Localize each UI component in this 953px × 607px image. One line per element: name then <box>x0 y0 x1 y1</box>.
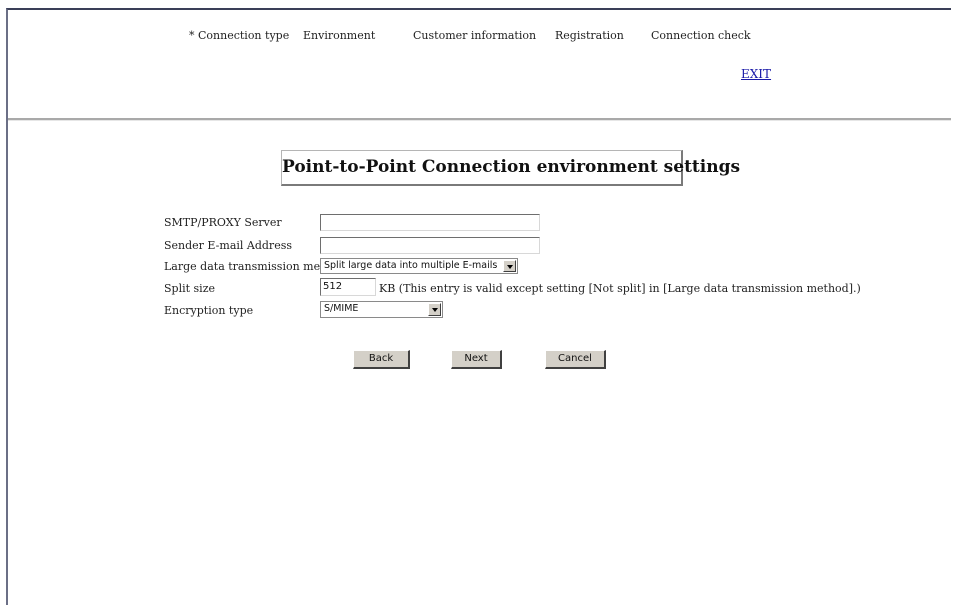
encryption-type-label: Encryption type <box>164 304 254 317</box>
header-divider <box>8 118 951 121</box>
encryption-type-select[interactable]: S/MIME <box>320 301 443 318</box>
exit-link[interactable]: EXIT <box>741 67 771 81</box>
smtp-server-input[interactable] <box>320 214 540 231</box>
nav-step-environment: Environment <box>303 29 376 42</box>
large-data-method-value: Split large data into multiple E-mails <box>324 260 498 271</box>
split-size-label: Split size <box>164 282 215 295</box>
nav-step-connection-type: * Connection type <box>189 29 290 42</box>
page-title: Point-to-Point Connection environment se… <box>281 150 740 186</box>
chevron-down-icon[interactable] <box>503 260 516 272</box>
nav-step-customer-information: Customer information <box>413 29 537 42</box>
next-button[interactable]: Next <box>451 350 502 369</box>
sender-email-label: Sender E-mail Address <box>164 239 292 252</box>
nav-step-registration: Registration <box>555 29 624 42</box>
large-data-method-select[interactable]: Split large data into multiple E-mails <box>320 258 518 274</box>
encryption-type-value: S/MIME <box>324 303 359 314</box>
sender-email-input[interactable] <box>320 237 540 254</box>
browser-frame: * Connection type Environment Customer i… <box>6 8 951 605</box>
nav-step-connection-check: Connection check <box>651 29 751 42</box>
back-button[interactable]: Back <box>353 350 410 369</box>
smtp-server-label: SMTP/PROXY Server <box>164 216 282 229</box>
split-size-note: KB (This entry is valid except setting [… <box>379 282 861 295</box>
large-data-method-label: Large data transmission method <box>164 260 346 273</box>
step-navigation: * Connection type Environment Customer i… <box>8 29 951 49</box>
cancel-button[interactable]: Cancel <box>545 350 606 369</box>
chevron-down-icon[interactable] <box>428 303 441 316</box>
split-size-input[interactable]: 512 <box>320 278 376 296</box>
